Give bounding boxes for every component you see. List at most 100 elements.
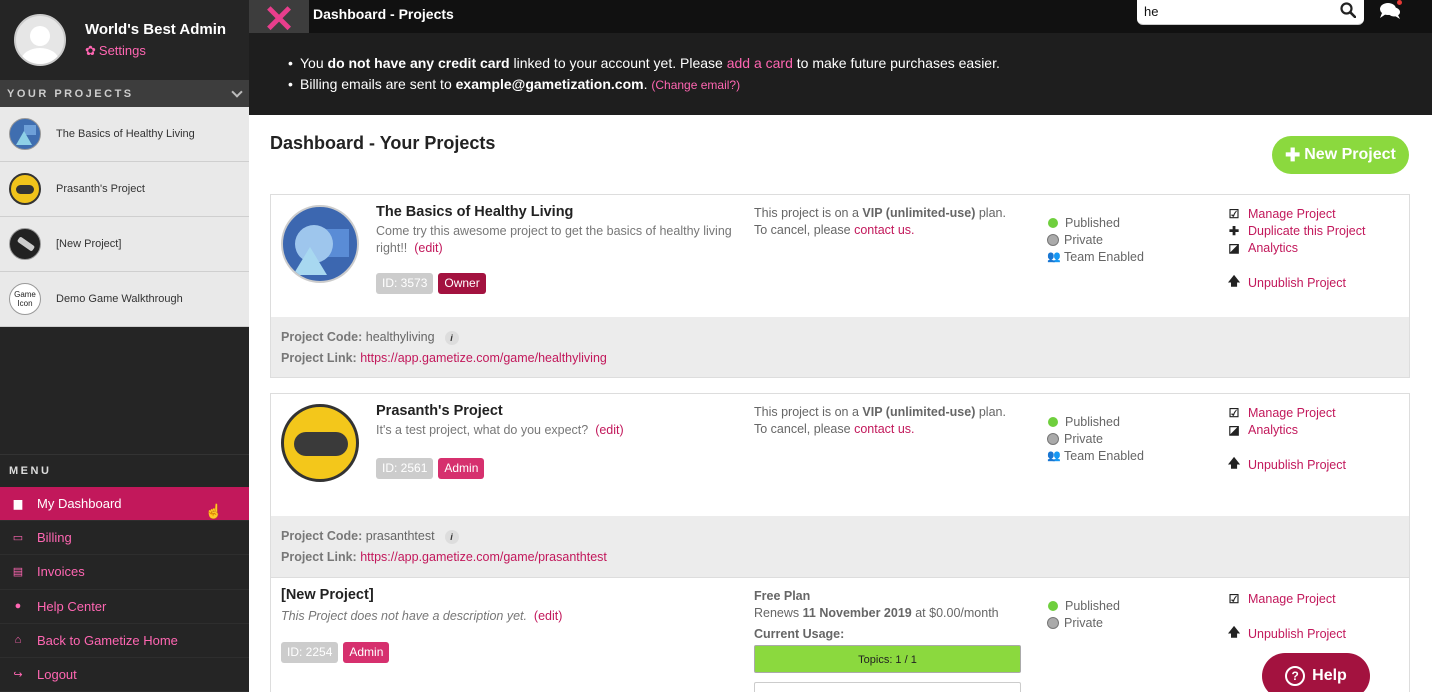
chevron-down-icon[interactable]	[231, 85, 243, 98]
analytics-link[interactable]: Analytics	[1248, 423, 1298, 437]
sidebar-project-demo[interactable]: Game Icon Demo Game Walkthrough	[0, 272, 249, 327]
team-icon: 👥	[1047, 251, 1061, 263]
sidebar-project-new[interactable]: [New Project]	[0, 217, 249, 272]
projects-header-label: YOUR PROJECTS	[7, 87, 134, 100]
new-project-button[interactable]: ✚ New Project	[1272, 136, 1409, 174]
published-dot-icon	[1048, 217, 1058, 228]
role-badge: Owner	[438, 273, 486, 294]
team-icon: 👥	[1047, 450, 1061, 462]
billing-notice: You do not have any credit card linked t…	[249, 33, 1432, 115]
plus-icon: ✚	[1285, 144, 1301, 165]
settings-link[interactable]: ✿ Settings	[85, 43, 226, 59]
plan-info: This project is on a VIP (unlimited-use)…	[754, 405, 1006, 436]
info-icon[interactable]: i	[444, 530, 459, 544]
unpublish-project-link[interactable]: Unpublish Project	[1248, 458, 1346, 472]
avatar[interactable]	[14, 14, 66, 66]
menu-item-label: Back to Gametize Home	[37, 632, 178, 648]
project-status: Published Private 👥 Team Enabled	[1047, 414, 1144, 463]
project-card: Prasanth's Project It's a test project, …	[270, 393, 1410, 578]
menu-item-home[interactable]: ⌂ Back to Gametize Home	[0, 624, 249, 658]
project-id-badge: ID: 3573	[376, 273, 434, 294]
game-icon-thumb: Game Icon	[9, 283, 41, 315]
file-icon: ▤	[12, 566, 24, 579]
project-title: The Basics of Healthy Living	[376, 204, 574, 220]
sidebar-project-prasanth[interactable]: Prasanth's Project	[0, 162, 249, 217]
search-box[interactable]	[1137, 0, 1364, 25]
menu-item-billing[interactable]: ▭ Billing	[0, 521, 249, 556]
globe-icon	[1047, 233, 1059, 246]
project-description: This Project does not have a description…	[281, 609, 563, 623]
question-icon: ?	[1285, 666, 1306, 686]
help-button[interactable]: ? Help	[1262, 653, 1370, 692]
contact-us-link[interactable]: contact us.	[854, 223, 914, 237]
project-thumbnail[interactable]	[281, 205, 359, 283]
project-link[interactable]: https://app.gametize.com/game/prasanthte…	[360, 550, 607, 564]
edit-link[interactable]: (edit)	[595, 423, 623, 437]
menu-item-label: Help Center	[37, 598, 107, 614]
globe-icon	[1047, 432, 1059, 445]
top-bar: ✕ Dashboard - Projects	[249, 0, 1432, 46]
search-input[interactable]	[1144, 2, 1334, 20]
menu-item-label: Logout	[37, 667, 77, 683]
menu-item-label: Billing	[37, 530, 72, 546]
info-icon[interactable]: i	[444, 331, 459, 345]
menu-item-invoices[interactable]: ▤ Invoices	[0, 555, 249, 590]
menu-item-label: My Dashboard	[37, 496, 122, 512]
project-code: prasanthtest	[365, 529, 435, 543]
menu-item-help-center[interactable]: ● Help Center	[0, 590, 249, 624]
edit-square-icon: ☑	[1228, 405, 1240, 420]
manage-project-link[interactable]: Manage Project	[1248, 592, 1336, 606]
sidebar-project-label: Demo Game Walkthrough	[56, 293, 183, 305]
menu-item-dashboard[interactable]: ▆ My Dashboard ☝	[0, 487, 249, 522]
briefcase-icon: ▆	[13, 498, 23, 511]
published-dot-icon	[1048, 416, 1058, 427]
plan-info: This project is on a VIP (unlimited-use)…	[754, 206, 1006, 237]
projects-header[interactable]: YOUR PROJECTS	[0, 80, 249, 107]
role-badge: Admin	[343, 642, 390, 663]
menu-title: MENU	[0, 454, 249, 487]
chart-icon: ◪	[1228, 240, 1240, 255]
project-actions: ☑ Manage Project ◪ Analytics 🡅 Unpublish Pr…	[1227, 404, 1346, 473]
project-status: Published Private	[1047, 597, 1120, 631]
search-icon[interactable]	[1340, 2, 1356, 18]
project-thumbnail[interactable]	[281, 404, 359, 482]
page-title: Dashboard - Projects	[313, 6, 454, 22]
gear-icon: ✿	[85, 43, 96, 58]
stick-thumb	[9, 228, 41, 260]
add-card-link[interactable]: add a card	[727, 55, 793, 71]
arrow-up-icon: 🡅	[1227, 625, 1241, 639]
project-description: It's a test project, what do you expect?…	[376, 423, 624, 437]
project-actions: ☑ Manage Project ✚ Duplicate this Project …	[1227, 205, 1366, 291]
project-link[interactable]: https://app.gametize.com/game/healthyliv…	[360, 351, 607, 365]
username: World's Best Admin	[85, 21, 227, 38]
unpublish-project-link[interactable]: Unpublish Project	[1248, 276, 1346, 290]
hand-cursor-icon: ☝	[205, 503, 223, 519]
unpublish-project-link[interactable]: Unpublish Project	[1248, 627, 1346, 641]
usage-progress-bar	[754, 682, 1021, 692]
home-icon: ⌂	[14, 634, 22, 647]
menu-item-logout[interactable]: ↪ Logout	[0, 658, 249, 692]
dashboard-title: Dashboard - Your Projects	[270, 133, 496, 153]
edit-link[interactable]: (edit)	[534, 609, 562, 623]
change-email-link[interactable]: (Change email?)	[651, 78, 740, 92]
credit-card-icon: ▭	[12, 532, 24, 545]
project-code: healthyliving	[365, 330, 435, 344]
manage-project-link[interactable]: Manage Project	[1248, 207, 1336, 221]
project-status: Published Private 👥 Team Enabled	[1047, 215, 1144, 264]
logout-icon: ↪	[13, 669, 23, 682]
duplicate-project-link[interactable]: Duplicate this Project	[1248, 224, 1365, 238]
edit-link[interactable]: (edit)	[414, 241, 442, 255]
manage-project-link[interactable]: Manage Project	[1248, 406, 1336, 420]
project-title: Prasanth's Project	[376, 403, 503, 419]
arrow-up-icon: 🡅	[1227, 274, 1241, 288]
analytics-link[interactable]: Analytics	[1248, 241, 1298, 255]
profile-section: World's Best Admin ✿ Settings	[0, 0, 249, 80]
arrow-up-icon: 🡅	[1227, 456, 1241, 470]
sidebar-project-healthy-living[interactable]: The Basics of Healthy Living	[0, 107, 249, 162]
notification-dot	[1397, 0, 1402, 5]
contact-us-link[interactable]: contact us.	[854, 422, 914, 436]
edit-square-icon: ☑	[1228, 206, 1240, 221]
globe-icon	[1047, 616, 1059, 629]
credit-card-notice: You do not have any credit card linked t…	[288, 53, 1432, 74]
sidebar: World's Best Admin ✿ Settings YOUR PROJEC…	[0, 0, 249, 692]
